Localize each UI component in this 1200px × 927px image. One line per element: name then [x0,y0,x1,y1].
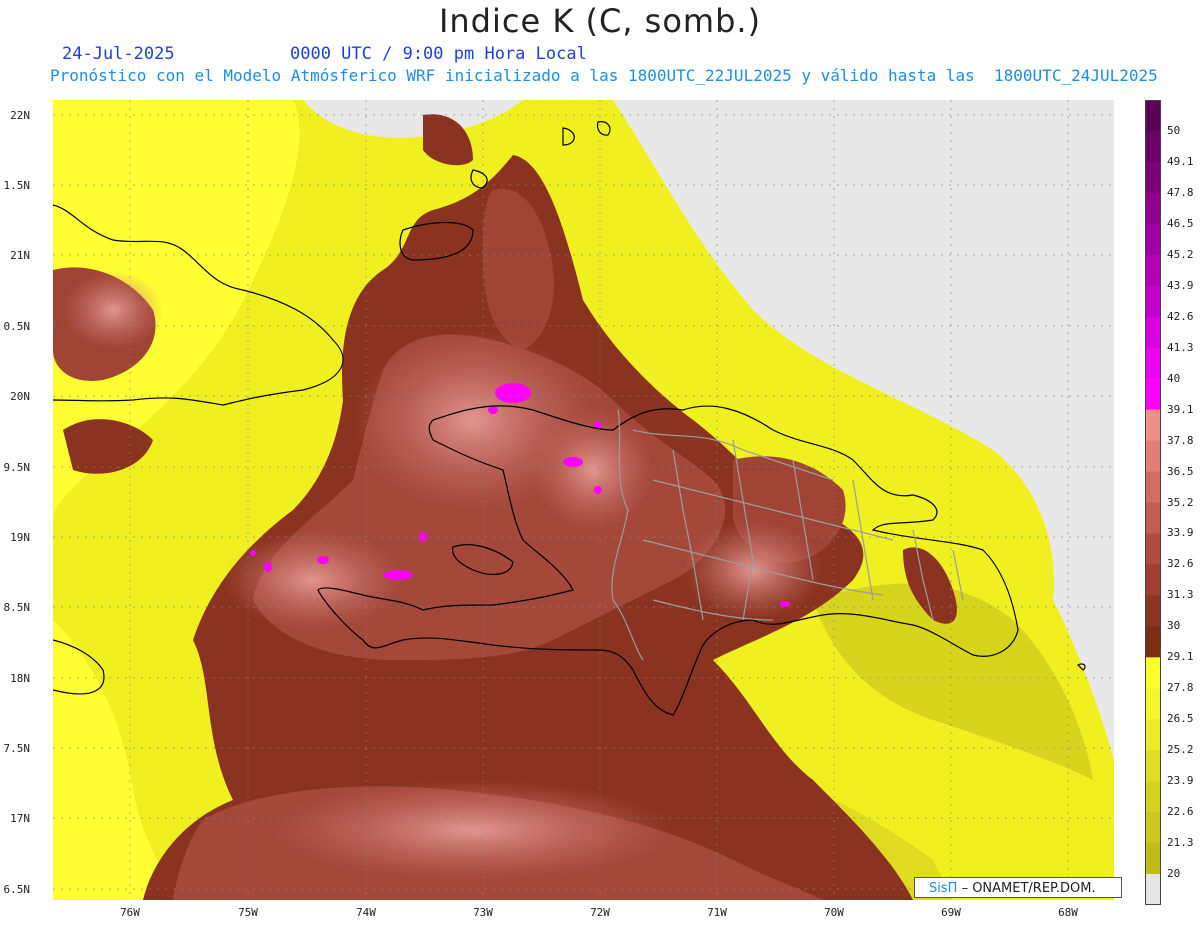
lon-label: 75W [238,906,258,919]
sisp-logo: SisΠ [929,881,958,896]
colorbar-label: 35.2 [1167,495,1194,509]
colorbar-segment [1145,440,1161,473]
lat-label: 7.5N [3,742,31,755]
high-k-area-cuba [63,270,163,350]
model-description: Pronóstico con el Modelo Atmósferico WRF… [50,66,1158,85]
colorbar-segment [1145,502,1161,534]
lon-label: 73W [473,906,493,919]
colorbar-label: 27.8 [1167,681,1194,695]
colorbar-segment [1145,657,1161,689]
colorbar-segment [1145,626,1161,658]
colorbar-label: 29.1 [1167,650,1194,664]
credit-text: – ONAMET/REP.DOM. [961,881,1096,896]
colorbar-label: 32.6 [1167,557,1194,571]
colorbar-label: 30 [1167,619,1181,633]
colorbar-segment [1145,781,1161,813]
colorbar-label: 21.3 [1167,836,1194,850]
colorbar-label: 26.5 [1167,712,1194,726]
lon-label: 71W [707,906,727,919]
colorbar-label: 41.3 [1167,340,1194,354]
colorbar-label: 33.9 [1167,526,1194,540]
colorbar-segment [1145,595,1161,627]
colorbar-segment [1145,285,1161,318]
colorbar-segment [1145,192,1161,225]
colorbar-segment [1145,719,1161,751]
colorbar-label: 49.1 [1167,154,1194,168]
colorbar-label: 20 [1167,867,1181,881]
colorbar-segment [1145,471,1161,503]
colorbar-segment [1145,378,1161,411]
lat-label: 0.5N [3,320,31,333]
colorbar-segment [1145,843,1161,875]
lat-label: 21N [10,249,30,262]
map-title: Indice K (C, somb.) [438,2,762,40]
colorbar-label: 31.3 [1167,588,1194,602]
colorbar-segment [1145,750,1161,782]
colorbar-label: 39.1 [1167,402,1194,416]
forecast-date: 24-Jul-2025 [62,44,175,64]
colorbar-label: 50 [1167,123,1181,137]
colorbar-label: 22.6 [1167,805,1194,819]
lat-label: 22N [10,109,30,122]
colorbar-segment [1145,254,1161,287]
high-k-area-southwest [223,530,403,630]
forecast-time: 0000 UTC / 9:00 pm Hora Local [290,44,587,64]
lat-label: 20N [10,390,30,403]
lat-label: 19N [10,531,30,544]
colorbar-segment [1145,130,1161,163]
colorbar-segment [1145,564,1161,596]
lon-label: 69W [941,906,961,919]
lat-label: 6.5N [3,883,31,896]
colorbar-label: 40 [1167,371,1181,385]
lat-label: 17N [10,812,30,825]
k-index-map [53,100,1114,900]
colorbar-segment [1145,316,1161,349]
lon-label: 68W [1058,906,1078,919]
colorbar-label: 25.2 [1167,743,1194,757]
colorbar-segment [1145,161,1161,194]
high-k-area-south [273,780,673,880]
colorbar-segment [1145,533,1161,565]
lat-label: 8.5N [3,601,31,614]
colorbar-label: 43.9 [1167,278,1194,292]
colorbar-segment [1145,874,1161,905]
lon-label: 74W [356,906,376,919]
colorbar-label: 42.6 [1167,309,1194,323]
credit-box: SisΠ – ONAMET/REP.DOM. [914,877,1122,898]
colorbar-segment [1145,347,1161,380]
lat-label: 1.5N [3,179,31,192]
colorbar-label: 45.2 [1167,247,1194,261]
colorbar-label: 47.8 [1167,185,1194,199]
lat-label: 9.5N [3,461,31,474]
lon-label: 72W [590,906,610,919]
colorbar [1145,100,1161,905]
colorbar-label: 36.5 [1167,464,1194,478]
lon-label: 70W [824,906,844,919]
colorbar-label: 37.8 [1167,433,1194,447]
colorbar-segment [1145,688,1161,720]
colorbar-label: 46.5 [1167,216,1194,230]
lat-label: 18N [10,672,30,685]
colorbar-label: 23.9 [1167,774,1194,788]
lon-label: 76W [120,906,140,919]
colorbar-segment [1145,409,1161,442]
colorbar-segment [1145,812,1161,844]
colorbar-segment [1145,100,1161,132]
high-k-area-dr [683,520,823,620]
colorbar-segment [1145,223,1161,256]
